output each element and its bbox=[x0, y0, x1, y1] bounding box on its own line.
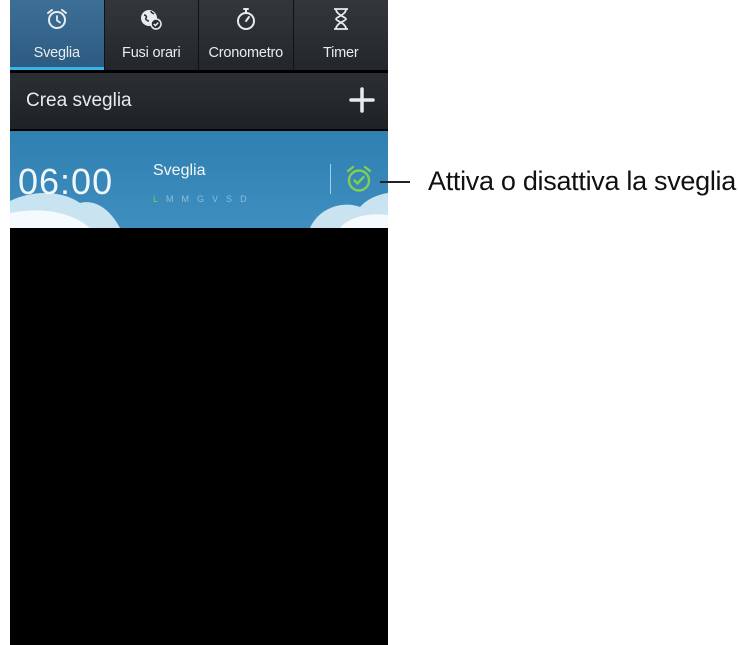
plus-icon[interactable] bbox=[348, 86, 376, 114]
hourglass-icon bbox=[333, 8, 348, 30]
alarm-item[interactable]: 06:00 Sveglia LMMGVSD bbox=[10, 131, 388, 228]
callout-line bbox=[380, 181, 410, 183]
create-alarm-label: Crea sveglia bbox=[26, 90, 132, 111]
alarm-time: 06:00 bbox=[18, 161, 114, 202]
tab-cronometro[interactable]: Cronometro bbox=[199, 0, 294, 70]
day-label: D bbox=[240, 194, 255, 204]
tab-label: Fusi orari bbox=[122, 45, 181, 61]
day-label: M bbox=[181, 194, 198, 204]
tab-label: Sveglia bbox=[33, 45, 80, 61]
day-label: L bbox=[153, 194, 167, 204]
day-label: M bbox=[166, 194, 182, 204]
day-label: V bbox=[212, 194, 227, 204]
tab-timer[interactable]: Timer bbox=[294, 0, 389, 70]
divider bbox=[330, 164, 331, 194]
tab-bar: Sveglia Fusi orari Cronometro Timer bbox=[10, 0, 388, 70]
day-label: S bbox=[226, 194, 241, 204]
create-alarm-bar[interactable]: Crea sveglia bbox=[10, 73, 388, 129]
tab-label: Cronometro bbox=[208, 45, 284, 61]
world-clock-icon bbox=[141, 10, 162, 30]
tab-sveglia[interactable]: Sveglia bbox=[10, 0, 105, 70]
tab-fusi-orari[interactable]: Fusi orari bbox=[105, 0, 199, 70]
alarm-clock-icon bbox=[46, 9, 67, 29]
alarm-days: LMMGVSD bbox=[153, 194, 255, 204]
tab-label: Timer bbox=[322, 45, 359, 61]
alarm-toggle-icon[interactable] bbox=[344, 164, 374, 194]
alarm-name: Sveglia bbox=[153, 162, 206, 179]
day-label: G bbox=[197, 194, 213, 204]
callout-text: Attiva o disattiva la sveglia. bbox=[428, 166, 738, 196]
stopwatch-icon bbox=[236, 8, 255, 30]
clock-app-screen: Sveglia Fusi orari Cronometro Timer Crea… bbox=[10, 0, 388, 645]
